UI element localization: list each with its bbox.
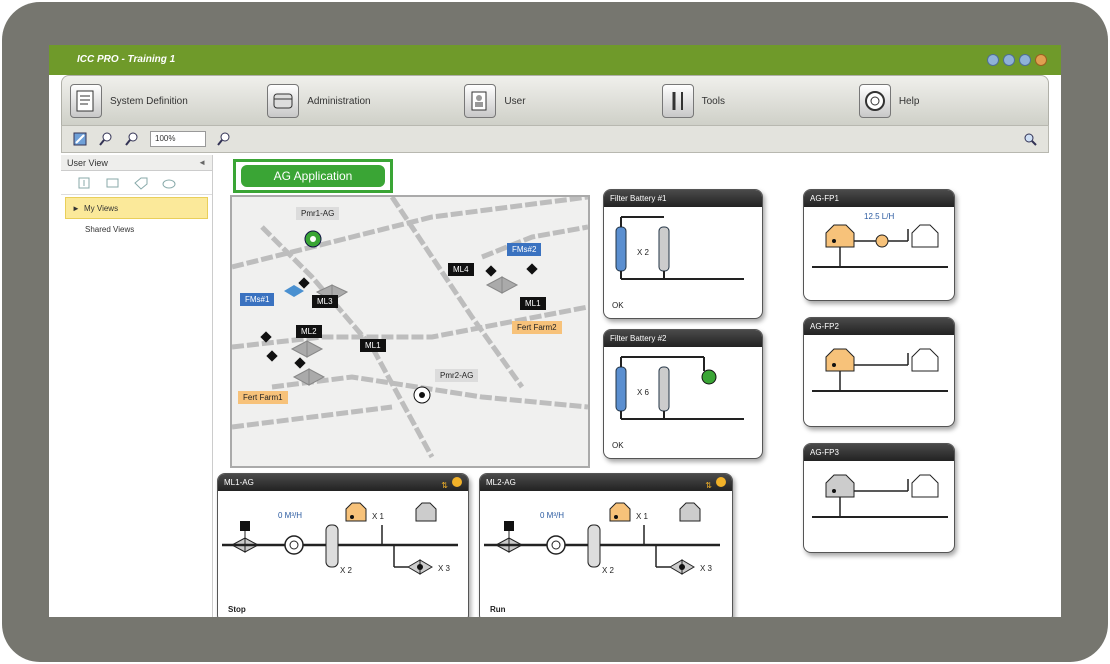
ml1-ag-status: Stop [228, 605, 246, 614]
sidebar-item-shared-views[interactable]: Shared Views [61, 219, 212, 241]
user-icon [464, 84, 497, 118]
filter-battery-1-title: Filter Battery #1 [604, 190, 762, 207]
ml1-ag-diagram: 0 M³/H X 2 X 1 X 3 [222, 502, 458, 575]
ml1-ag-title: ML1-AG ⇅ [218, 474, 468, 491]
ml2-ag-x3: X 3 [700, 564, 713, 573]
ag-fp3-panel[interactable]: AG-FP3 [803, 443, 955, 553]
map-label-ml1[interactable]: ML1 [360, 339, 386, 352]
map-label-fert-farm2[interactable]: Fert Farm2 [512, 321, 562, 334]
zoom-out-icon[interactable] [124, 131, 140, 147]
menu-help-label: Help [898, 95, 920, 107]
ml2-ag-flow: 0 M³/H [540, 511, 564, 520]
menu-user-label: User [504, 95, 526, 107]
filter-battery-1-status: OK [612, 301, 624, 310]
collapse-panel-icon[interactable]: ◄ [198, 155, 206, 171]
filter-battery-2-panel[interactable]: Filter Battery #2 X 6 OK [603, 329, 763, 459]
edit-view-list-icon[interactable] [105, 176, 121, 190]
ml2-ag-panel[interactable]: ML2-AG ⇅ 0 M³/H X 2 X 1 X 3 Run [479, 473, 733, 617]
menu-help[interactable]: Help [851, 76, 1048, 126]
map-label-fert-farm1[interactable]: Fert Farm1 [238, 391, 288, 404]
filter-battery-1-count: X 2 [637, 248, 650, 257]
expand-arrow-icon: ► [72, 204, 80, 213]
ag-fp1-title: AG-FP1 [804, 190, 954, 207]
window-controls [987, 54, 1047, 66]
ag-fp2-title: AG-FP2 [804, 318, 954, 335]
ag-fp2-diagram [812, 348, 948, 392]
minimize-window-icon[interactable] [1003, 54, 1015, 66]
zoom-in-icon[interactable] [98, 131, 114, 147]
cloud-icon[interactable] [161, 176, 177, 190]
add-view-icon[interactable] [77, 176, 93, 190]
help-window-icon[interactable] [987, 54, 999, 66]
map-label-fmsm1[interactable]: FMs#1 [240, 293, 275, 306]
ml1-ag-x2: X 2 [340, 566, 353, 575]
ml1-ag-flow: 0 M³/H [278, 511, 302, 520]
ag-fp3-diagram [812, 474, 948, 518]
user-view-header: User View ◄ [61, 155, 212, 171]
filter-battery-2-status: OK [612, 441, 624, 450]
administration-icon [267, 84, 300, 118]
ml2-ag-x1: X 1 [636, 512, 649, 521]
ag-fp1-diagram: 12.5 L/H [812, 212, 948, 268]
ml1-ag-x1: X 1 [372, 512, 385, 521]
app-screen: ICC PRO - Training 1 System Definition A… [49, 45, 1061, 617]
menu-administration[interactable]: Administration [259, 76, 456, 126]
ag-application-banner[interactable]: AG Application [233, 159, 393, 193]
ml1-ag-title-label: ML1-AG [224, 478, 254, 487]
map-label-ml4[interactable]: ML4 [448, 263, 474, 276]
system-definition-icon [70, 84, 102, 118]
main-menu: System Definition Administration User To… [61, 75, 1049, 125]
tag-icon[interactable] [133, 176, 149, 190]
ml2-ag-diagram: 0 M³/H X 2 X 1 X 3 [484, 502, 720, 575]
zoom-level-select[interactable]: 100% [150, 131, 206, 147]
tools-icon [661, 84, 694, 118]
map-label-pmr2[interactable]: Pmr2-AG [435, 369, 479, 382]
user-view-panel: User View ◄ ► My Views Shared Views [61, 155, 213, 617]
status-dot-icon [716, 477, 726, 487]
filter-battery-1-panel[interactable]: Filter Battery #1 X 2 OK [603, 189, 763, 319]
help-icon [858, 84, 891, 118]
ml2-ag-x2: X 2 [602, 566, 615, 575]
user-view-tools [61, 171, 212, 195]
status-dot-icon [452, 477, 462, 487]
ag-fp1-panel[interactable]: AG-FP1 12.5 L/H [803, 189, 955, 301]
map-label-ml3[interactable]: ML3 [312, 295, 338, 308]
map-label-ml2[interactable]: ML2 [296, 325, 322, 338]
ag-fp2-panel[interactable]: AG-FP2 [803, 317, 955, 427]
menu-user[interactable]: User [456, 76, 653, 126]
filter-battery-1-diagram: X 2 [615, 216, 744, 280]
ml1-ag-x3: X 3 [438, 564, 451, 573]
ml2-ag-title: ML2-AG ⇅ [480, 474, 732, 491]
map-label-ml1-east[interactable]: ML1 [520, 297, 546, 310]
ag-fp3-title: AG-FP3 [804, 444, 954, 461]
map-label-fmsm2[interactable]: FMs#2 [507, 243, 542, 256]
ag-application-label: AG Application [241, 165, 385, 187]
menu-administration-label: Administration [307, 95, 371, 107]
filter-battery-2-diagram: X 6 [615, 356, 744, 420]
user-view-title: User View [67, 158, 108, 168]
ag-fp1-flow: 12.5 L/H [864, 212, 894, 221]
edit-view-icon[interactable] [72, 131, 88, 147]
filter-battery-2-title: Filter Battery #2 [604, 330, 762, 347]
ml1-ag-panel[interactable]: ML1-AG ⇅ 0 M³/H X 2 X 1 X 3 Stop [217, 473, 469, 617]
app-title: ICC PRO - Training 1 [77, 54, 176, 65]
ml2-ag-status: Run [490, 605, 506, 614]
menu-tools[interactable]: Tools [654, 76, 851, 126]
title-bar: ICC PRO - Training 1 [49, 45, 1061, 75]
close-window-icon[interactable] [1035, 54, 1047, 66]
sidebar-item-my-views-label: My Views [84, 204, 119, 213]
ml2-ag-title-label: ML2-AG [486, 478, 516, 487]
site-map: Pmr1-AG Pmr2-AG FMs#1 FMs#2 ML4 ML3 ML1 … [230, 195, 590, 468]
maximize-window-icon[interactable] [1019, 54, 1031, 66]
search-icon[interactable] [1022, 131, 1038, 152]
filter-battery-2-count: X 6 [637, 388, 650, 397]
menu-system-definition-label: System Definition [110, 95, 188, 107]
zoom-fit-icon[interactable] [216, 131, 232, 147]
sidebar-item-my-views[interactable]: ► My Views [65, 197, 208, 219]
sidebar-item-shared-views-label: Shared Views [85, 225, 135, 234]
menu-system-definition[interactable]: System Definition [62, 76, 259, 126]
menu-tools-label: Tools [701, 95, 725, 107]
toolbar: 100% [61, 125, 1049, 153]
map-label-pmr1[interactable]: Pmr1-AG [296, 207, 340, 220]
